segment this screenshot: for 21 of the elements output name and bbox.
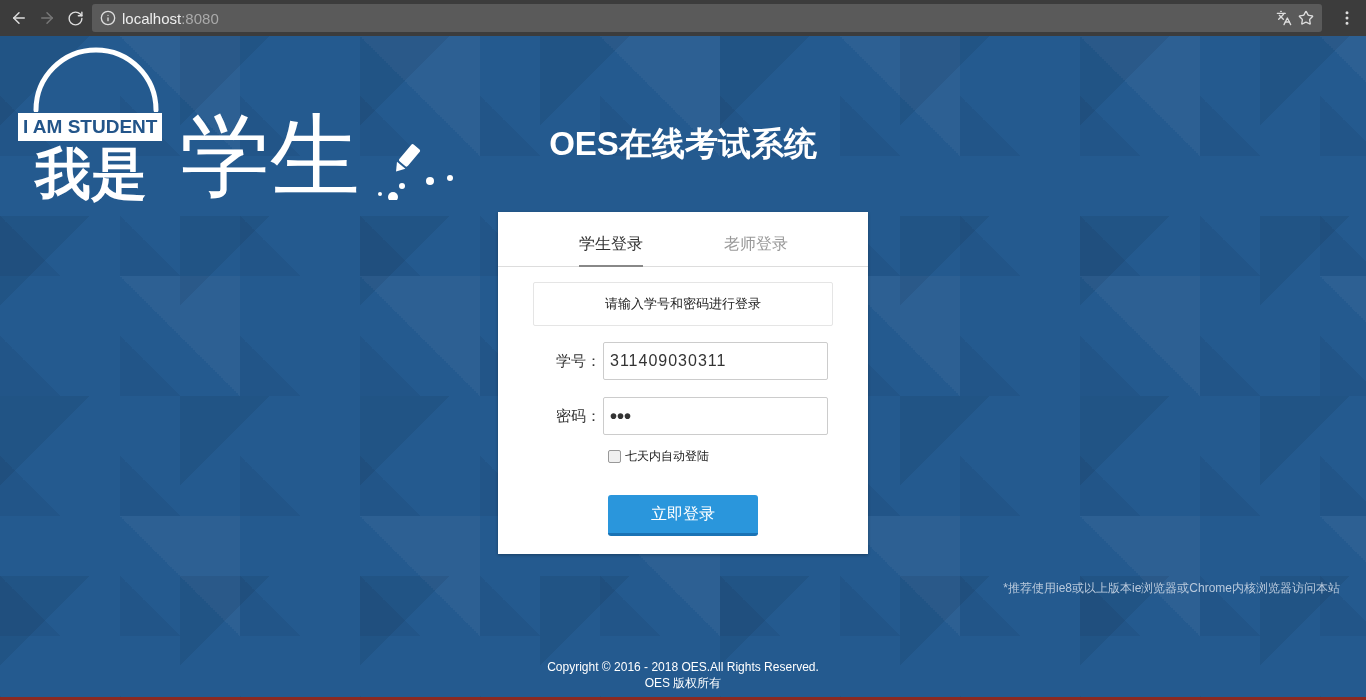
logo-badge: I AM STUDENT (18, 113, 163, 141)
student-id-field[interactable]: 311409030311 (603, 342, 828, 380)
bookmark-star-icon[interactable] (1298, 10, 1314, 26)
login-tab[interactable]: 学生登录 (578, 212, 643, 267)
login-notice: 请输入学号和密码进行登录 (533, 282, 833, 326)
field-label: 学号： (556, 351, 601, 371)
translate-icon[interactable] (1276, 10, 1292, 26)
field-label: 密码： (556, 406, 601, 426)
logo-text: 我是 (35, 142, 147, 206)
password-field[interactable]: ••• (603, 397, 828, 435)
footer-text: OES 版权所有 (643, 675, 723, 691)
browser-recommendation: *推荐使用ie8或以上版本ie浏览器或Chrome内核浏览器访问本站 (1003, 580, 1340, 597)
footer-text: Copyright © 2016 - 2018 OES.All Rights Reserved. (547, 659, 819, 675)
url-host: localhost (122, 9, 182, 27)
logo-title: 学生 (180, 106, 360, 206)
info-icon (100, 10, 116, 26)
url-port: :8080 (181, 9, 219, 27)
address-bar[interactable]: localhost:8080 (92, 4, 1322, 32)
page-title: OES在线考试系统 (549, 124, 817, 164)
remember-checkbox[interactable] (608, 450, 621, 463)
remember-label: 七天内自动登陆 (625, 448, 709, 465)
